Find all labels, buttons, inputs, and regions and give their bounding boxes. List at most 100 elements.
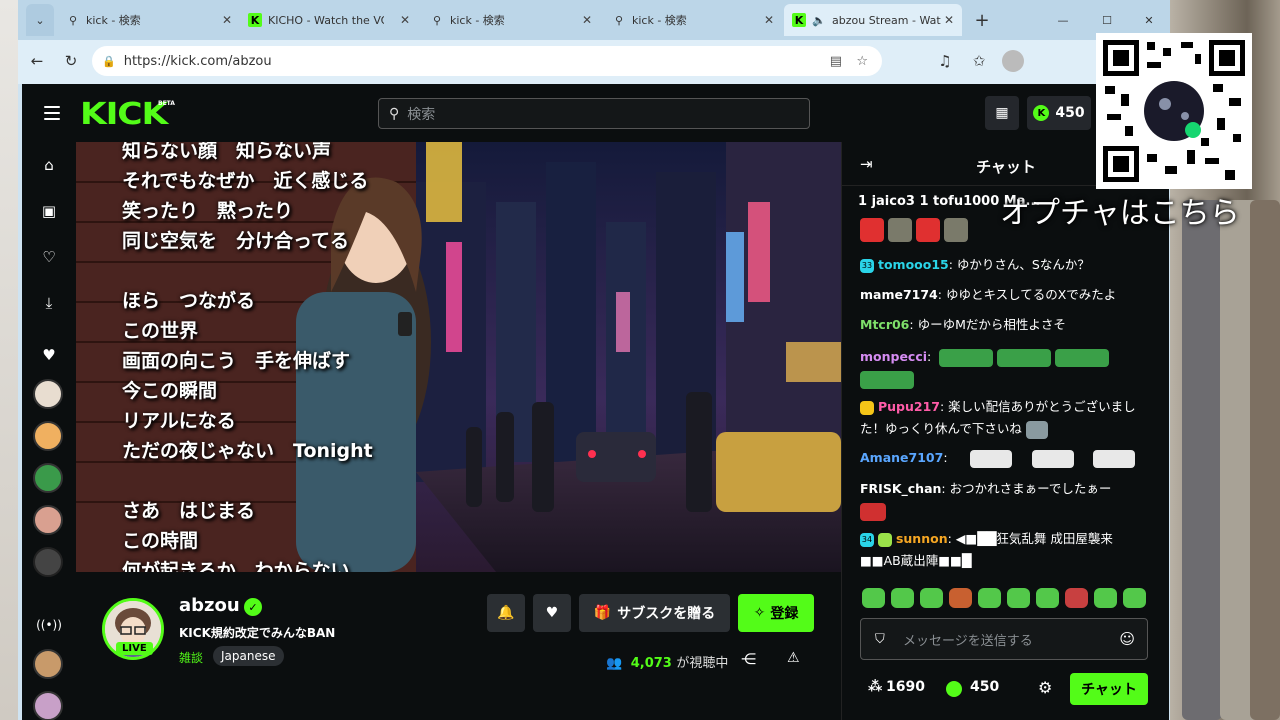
left-sidebar: ⌂ ▣ ♡ ⤓ ♥ ((•)) bbox=[22, 142, 76, 720]
kick-badge-icon bbox=[860, 400, 874, 415]
emote-icon[interactable] bbox=[978, 588, 1001, 608]
emote-icon[interactable] bbox=[1036, 588, 1059, 608]
store-icon: ▦ bbox=[995, 105, 1009, 121]
stream-info: LIVE abzou ✓ KICK規約改定でみんなBAN 雑談 Japanese… bbox=[76, 572, 841, 720]
chat-kicks-balance[interactable]: 450 bbox=[970, 679, 999, 695]
emote-icon[interactable] bbox=[1123, 588, 1146, 608]
gear-icon[interactable]: ⚙ bbox=[1038, 678, 1052, 697]
pepe-emote-icon bbox=[939, 348, 994, 367]
followed-channel-avatar[interactable] bbox=[33, 421, 63, 451]
language-tag[interactable]: Japanese bbox=[213, 646, 284, 666]
live-broadcast-icon: ((•)) bbox=[36, 618, 62, 632]
search-placeholder: 検索 bbox=[407, 106, 436, 123]
report-icon[interactable]: ⚠ bbox=[787, 650, 800, 666]
kick-favicon: K bbox=[792, 13, 806, 27]
emote-icon[interactable] bbox=[1065, 588, 1088, 608]
close-icon: ✕ bbox=[1144, 13, 1154, 27]
favorites-icon[interactable]: ✩ bbox=[968, 50, 990, 72]
qr-code-pattern bbox=[1101, 38, 1247, 184]
minimize-button[interactable]: — bbox=[1048, 4, 1078, 36]
kicks-balance-button[interactable]: K 450 bbox=[1027, 96, 1091, 130]
video-player[interactable]: 知らない顔 知らない声 それでもなぜか 近く感じる 笑ったり 黙ったり 同じ空気… bbox=[76, 142, 841, 572]
profile-icon[interactable] bbox=[1002, 50, 1024, 72]
share-icon[interactable]: ⋲ bbox=[741, 650, 756, 668]
tab-2[interactable]: K KICHO - Watch the VOD ✕ bbox=[240, 4, 418, 36]
goose-emote-icon bbox=[969, 449, 1012, 468]
chat-message-input[interactable]: ⛉ メッセージを送信する ☺ bbox=[860, 618, 1148, 660]
follow-heart-button[interactable]: ♥ bbox=[533, 594, 571, 632]
emote-icon[interactable] bbox=[1007, 588, 1030, 608]
emoji-icon[interactable]: ☺ bbox=[1119, 630, 1135, 648]
refresh-icon: ↻ bbox=[64, 52, 78, 70]
send-chat-button[interactable]: チャット bbox=[1070, 673, 1148, 705]
streamer-username[interactable]: abzou bbox=[179, 595, 240, 616]
close-window-button[interactable]: ✕ bbox=[1134, 4, 1164, 36]
qr-code[interactable] bbox=[1096, 33, 1252, 189]
gift-subscription-button[interactable]: 🎁 サブスクを贈る bbox=[579, 594, 730, 632]
hamburger-menu-icon[interactable] bbox=[44, 106, 60, 120]
search-input[interactable]: ⚲ 検索 bbox=[378, 98, 810, 129]
browse-icon[interactable]: ▣ bbox=[36, 198, 62, 224]
gift-icon: 🎁 bbox=[593, 605, 612, 621]
emote-icon[interactable] bbox=[920, 588, 943, 608]
favorite-star-icon[interactable]: ☆ bbox=[856, 54, 868, 69]
lyrics-overlay: 知らない顔 知らない声 それでもなぜか 近く感じる 笑ったり 黙ったり 同じ空気… bbox=[122, 142, 373, 572]
address-bar[interactable]: 🔒 https://kick.com/abzou ▤ ☆ bbox=[92, 46, 882, 76]
tab-5-active[interactable]: K 🔈 abzou Stream - Wat ✕ bbox=[784, 4, 962, 36]
kick-coin-icon bbox=[946, 681, 962, 697]
category-link[interactable]: 雑談 bbox=[179, 649, 203, 666]
chat-message: 33 tomooo15: ゆかりさん、Sなんか？ bbox=[860, 257, 1090, 273]
tab-list-button[interactable]: ⌄ bbox=[26, 4, 54, 36]
new-tab-button[interactable]: + bbox=[968, 4, 996, 36]
close-icon[interactable]: ✕ bbox=[944, 13, 954, 27]
speaker-icon[interactable]: 🔈 bbox=[812, 13, 826, 27]
search-icon: ⚲ bbox=[432, 13, 442, 27]
followed-channel-avatar[interactable] bbox=[33, 379, 63, 409]
chat-message: 34 sunnon: ◀■██狂気乱舞 成田屋襲来 ■■AB蔵出陣■■█ bbox=[860, 531, 1113, 568]
chevron-down-icon: ⌄ bbox=[35, 13, 45, 27]
store-button[interactable]: ▦ bbox=[985, 96, 1019, 130]
kick-favicon: K bbox=[248, 13, 262, 27]
reader-icon[interactable]: ▤ bbox=[830, 54, 842, 69]
search-icon: ⚲ bbox=[389, 105, 400, 122]
verified-icon: ✓ bbox=[244, 598, 262, 616]
back-button[interactable]: ← bbox=[26, 50, 48, 72]
emote-icon[interactable] bbox=[949, 588, 972, 608]
kick-logo[interactable]: KICK bbox=[80, 97, 168, 132]
emote-icon[interactable] bbox=[862, 588, 885, 608]
tab-4[interactable]: ⚲ kick - 検索 ✕ bbox=[604, 4, 782, 36]
download-icon[interactable]: ⤓ bbox=[36, 290, 62, 316]
emote-icon[interactable] bbox=[891, 588, 914, 608]
followed-channel-avatar[interactable] bbox=[33, 463, 63, 493]
url-text: https://kick.com/abzou bbox=[123, 53, 272, 69]
subscribe-button[interactable]: ✧ 登録 bbox=[738, 594, 814, 632]
following-heart-icon[interactable]: ♡ bbox=[36, 244, 62, 270]
emote-icon bbox=[860, 218, 884, 242]
close-icon[interactable]: ✕ bbox=[400, 13, 410, 27]
close-icon[interactable]: ✕ bbox=[582, 13, 592, 27]
hanging-cloth bbox=[1250, 200, 1280, 720]
close-icon[interactable]: ✕ bbox=[222, 13, 232, 27]
kicks-balance: 450 bbox=[1055, 105, 1085, 121]
recommended-channel-avatar[interactable] bbox=[33, 691, 63, 720]
shield-icon[interactable]: ⛉ bbox=[875, 632, 885, 647]
browser-toolbar: ← ↻ 🔒 https://kick.com/abzou ▤ ☆ ♫ ✩ bbox=[18, 40, 1170, 84]
notification-bell-button[interactable]: 🔔 bbox=[487, 594, 525, 632]
viewers-icon: 👥 bbox=[606, 656, 623, 671]
tab-1[interactable]: ⚲ kick - 検索 ✕ bbox=[58, 4, 240, 36]
home-icon[interactable]: ⌂ bbox=[36, 152, 62, 178]
maximize-button[interactable]: ☐ bbox=[1092, 4, 1122, 36]
media-icon[interactable]: ♫ bbox=[934, 50, 956, 72]
emote-icon[interactable] bbox=[1094, 588, 1117, 608]
channel-points[interactable]: 1690 bbox=[886, 679, 925, 695]
pepe-emote-icon bbox=[997, 348, 1052, 367]
followed-channel-avatar[interactable] bbox=[33, 505, 63, 535]
refresh-button[interactable]: ↻ bbox=[60, 50, 82, 72]
recommended-channel-avatar[interactable] bbox=[33, 649, 63, 679]
heart-icon: ♥ bbox=[545, 605, 559, 621]
close-icon[interactable]: ✕ bbox=[764, 13, 774, 27]
tab-3[interactable]: ⚲ kick - 検索 ✕ bbox=[422, 4, 600, 36]
chat-message: Amane7107: bbox=[860, 447, 1152, 469]
subscriber-badge: 34 bbox=[860, 532, 874, 547]
followed-channel-avatar[interactable] bbox=[33, 547, 63, 577]
